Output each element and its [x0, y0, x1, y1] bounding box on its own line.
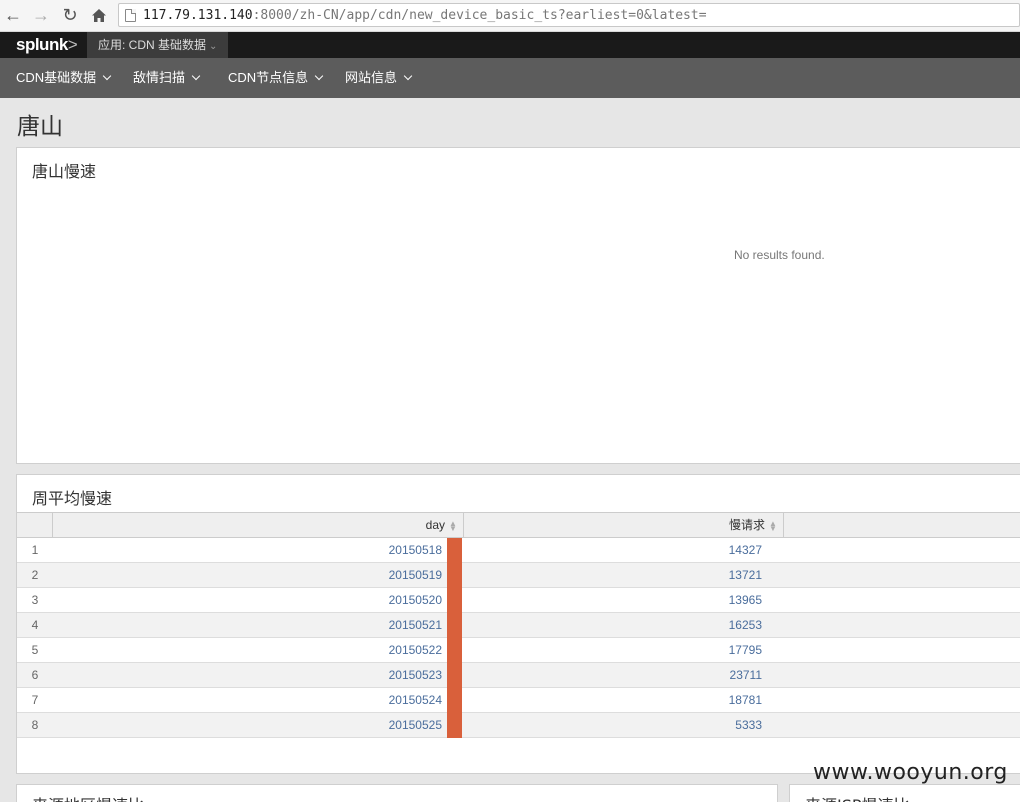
- sort-icon: ▲ ▼: [449, 518, 457, 533]
- panel-isp-ratio: 来源ISP慢速比: [789, 784, 1020, 802]
- panel-title: 唐山慢速: [32, 162, 97, 181]
- column-header-day[interactable]: day ▲ ▼: [52, 513, 463, 537]
- chevron-down-icon: [102, 71, 112, 81]
- column-header-slow-requests[interactable]: 慢请求 ▲ ▼: [463, 513, 783, 537]
- row-index: 6: [31, 668, 39, 682]
- column-label: 慢请求: [728, 518, 765, 532]
- splunk-logo[interactable]: splunk>: [16, 35, 78, 55]
- table-row: 4 20150521 16253: [17, 613, 1020, 638]
- day-cell[interactable]: 20150519: [53, 563, 442, 587]
- url-host: 117.79.131.140: [143, 7, 253, 23]
- row-index: 4: [31, 618, 39, 632]
- slow-requests-cell[interactable]: 23711: [463, 663, 762, 687]
- chevron-down-icon: ⌄: [209, 41, 218, 52]
- watermark: www.wooyun.org: [813, 760, 1008, 785]
- splunk-app-bar: splunk> 应用: CDN 基础数据 ⌄: [0, 32, 1020, 58]
- nav-item-cdn-node[interactable]: CDN节点信息: [228, 58, 324, 98]
- address-bar[interactable]: 117.79.131.140:8000/zh-CN/app/cdn/new_de…: [118, 3, 1020, 27]
- highlight-bar: [447, 713, 462, 738]
- row-index: 5: [31, 643, 39, 657]
- app-selector[interactable]: 应用: CDN 基础数据 ⌄: [87, 32, 229, 58]
- highlight-bar: [447, 588, 462, 613]
- page-icon: [125, 8, 136, 22]
- day-cell[interactable]: 20150525: [53, 713, 442, 737]
- logo-text: splunk: [16, 35, 68, 54]
- table-row: 7 20150524 18781: [17, 688, 1020, 713]
- day-cell[interactable]: 20150520: [53, 588, 442, 612]
- highlight-bar: [447, 538, 462, 563]
- nav-label: 网站信息: [345, 70, 398, 85]
- table-row: 1 20150518 14327: [17, 538, 1020, 563]
- table-row: 5 20150522 17795: [17, 638, 1020, 663]
- row-index: 3: [31, 593, 39, 607]
- nav-item-cdn-basic[interactable]: CDN基础数据: [16, 58, 112, 98]
- back-arrow-icon[interactable]: ←: [2, 4, 24, 26]
- row-index: 1: [31, 543, 39, 557]
- column-header-empty: [783, 513, 1020, 537]
- panel-region-ratio: 来源地区慢速比: [16, 784, 778, 802]
- slow-requests-cell[interactable]: 13965: [463, 588, 762, 612]
- panel-title: 来源地区慢速比: [32, 792, 144, 802]
- no-results-message: No results found.: [734, 248, 825, 262]
- slow-requests-cell[interactable]: 17795: [463, 638, 762, 662]
- column-label: day: [425, 518, 445, 532]
- nav-label: CDN节点信息: [228, 70, 309, 85]
- panel-weekly-avg: 周平均慢速 day ▲ ▼ 慢请求 ▲ ▼ 1 20150518 14327 2 201…: [16, 474, 1020, 774]
- highlight-bar: [447, 563, 462, 588]
- nav-item-threat-scan[interactable]: 敌情扫描: [133, 58, 201, 98]
- highlight-bar: [447, 688, 462, 713]
- url-path: :8000/zh-CN/app/cdn/new_device_basic_ts?…: [252, 7, 707, 23]
- chevron-down-icon: [191, 71, 201, 81]
- reload-icon[interactable]: ↻: [59, 4, 81, 26]
- table-header: day ▲ ▼ 慢请求 ▲ ▼: [17, 512, 1020, 538]
- panel-title: 来源ISP慢速比: [805, 792, 910, 802]
- nav-label: CDN基础数据: [16, 70, 97, 85]
- day-cell[interactable]: 20150521: [53, 613, 442, 637]
- day-cell[interactable]: 20150518: [53, 538, 442, 562]
- highlight-bar: [447, 613, 462, 638]
- table-row: 8 20150525 5333: [17, 713, 1020, 738]
- day-cell[interactable]: 20150524: [53, 688, 442, 712]
- panel-slow-speed: 唐山慢速 No results found.: [16, 147, 1020, 464]
- nav-item-site-info[interactable]: 网站信息: [345, 58, 413, 98]
- browser-toolbar: ← → ↻ 117.79.131.140:8000/zh-CN/app/cdn/…: [0, 0, 1020, 32]
- slow-requests-cell[interactable]: 14327: [463, 538, 762, 562]
- forward-arrow-icon[interactable]: →: [30, 4, 52, 26]
- home-icon[interactable]: [88, 4, 110, 26]
- chevron-down-icon: [314, 71, 324, 81]
- row-index: 8: [31, 718, 39, 732]
- sort-icon: ▲ ▼: [769, 518, 777, 533]
- page-title: 唐山: [17, 114, 63, 140]
- slow-requests-cell[interactable]: 16253: [463, 613, 762, 637]
- panel-title: 周平均慢速: [32, 489, 113, 508]
- app-label: 应用: CDN 基础数据: [98, 38, 207, 52]
- nav-label: 敌情扫描: [133, 70, 186, 85]
- chevron-down-icon: [403, 71, 413, 81]
- day-cell[interactable]: 20150523: [53, 663, 442, 687]
- highlight-bar: [447, 638, 462, 663]
- slow-requests-cell[interactable]: 13721: [463, 563, 762, 587]
- table-row: 3 20150520 13965: [17, 588, 1020, 613]
- row-index: 7: [31, 693, 39, 707]
- slow-requests-cell[interactable]: 5333: [463, 713, 762, 737]
- highlight-bar: [447, 663, 462, 688]
- logo-suffix: >: [67, 35, 78, 54]
- row-index: 2: [31, 568, 39, 582]
- day-cell[interactable]: 20150522: [53, 638, 442, 662]
- slow-requests-cell[interactable]: 18781: [463, 688, 762, 712]
- table-row: 2 20150519 13721: [17, 563, 1020, 588]
- app-navbar: CDN基础数据 敌情扫描 CDN节点信息 网站信息: [0, 58, 1020, 98]
- table-row: 6 20150523 23711: [17, 663, 1020, 688]
